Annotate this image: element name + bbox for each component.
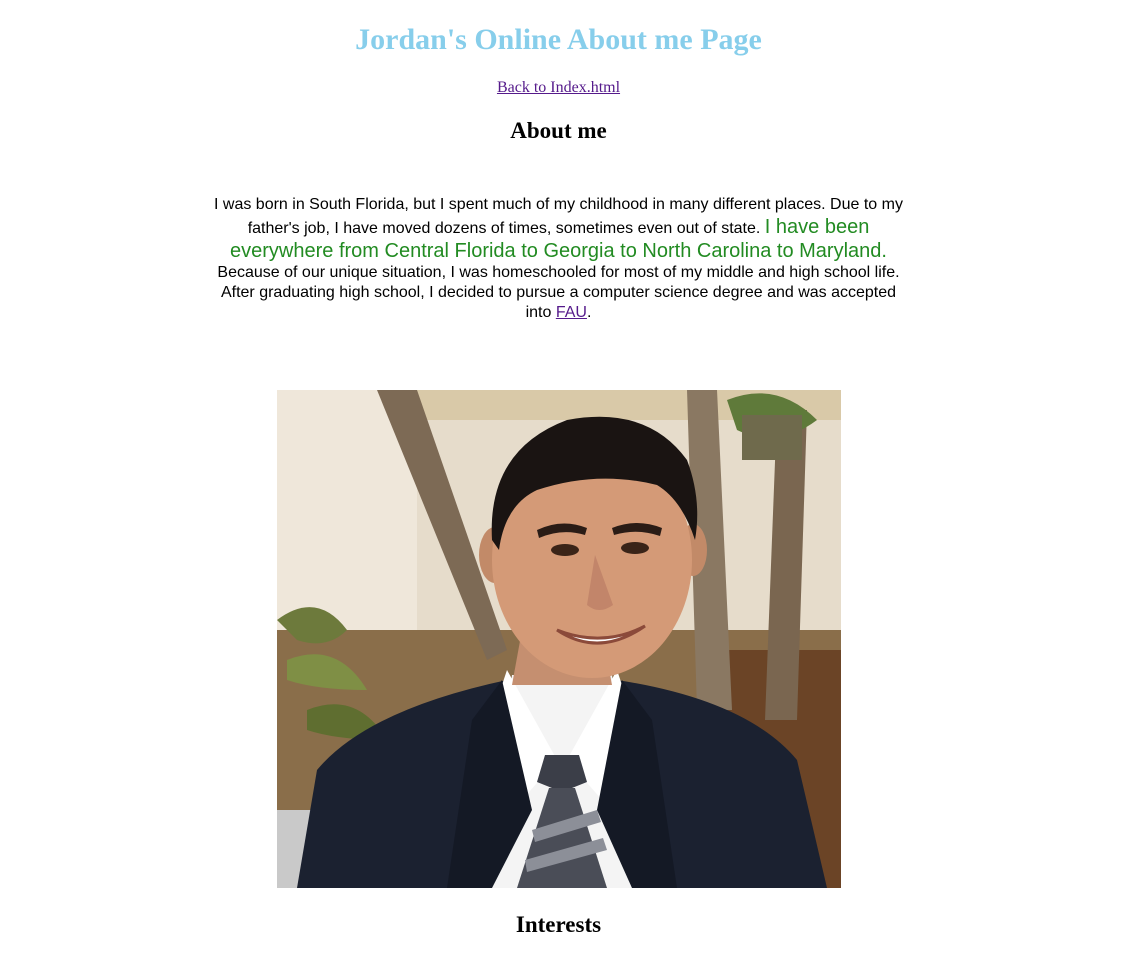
profile-photo [277, 390, 841, 888]
fau-link[interactable]: FAU [556, 304, 587, 321]
interests-heading: Interests [515, 912, 602, 937]
page-title: Jordan's Online About me Page [355, 23, 762, 56]
about-heading: About me [510, 118, 607, 143]
back-to-index-link[interactable]: Back to Index.html [497, 79, 620, 96]
about-text-part-3: . [586, 304, 592, 321]
about-paragraph: I was born in South Florida, but I spent… [210, 195, 907, 323]
back-link-container: Back to Index.html [0, 78, 1117, 98]
